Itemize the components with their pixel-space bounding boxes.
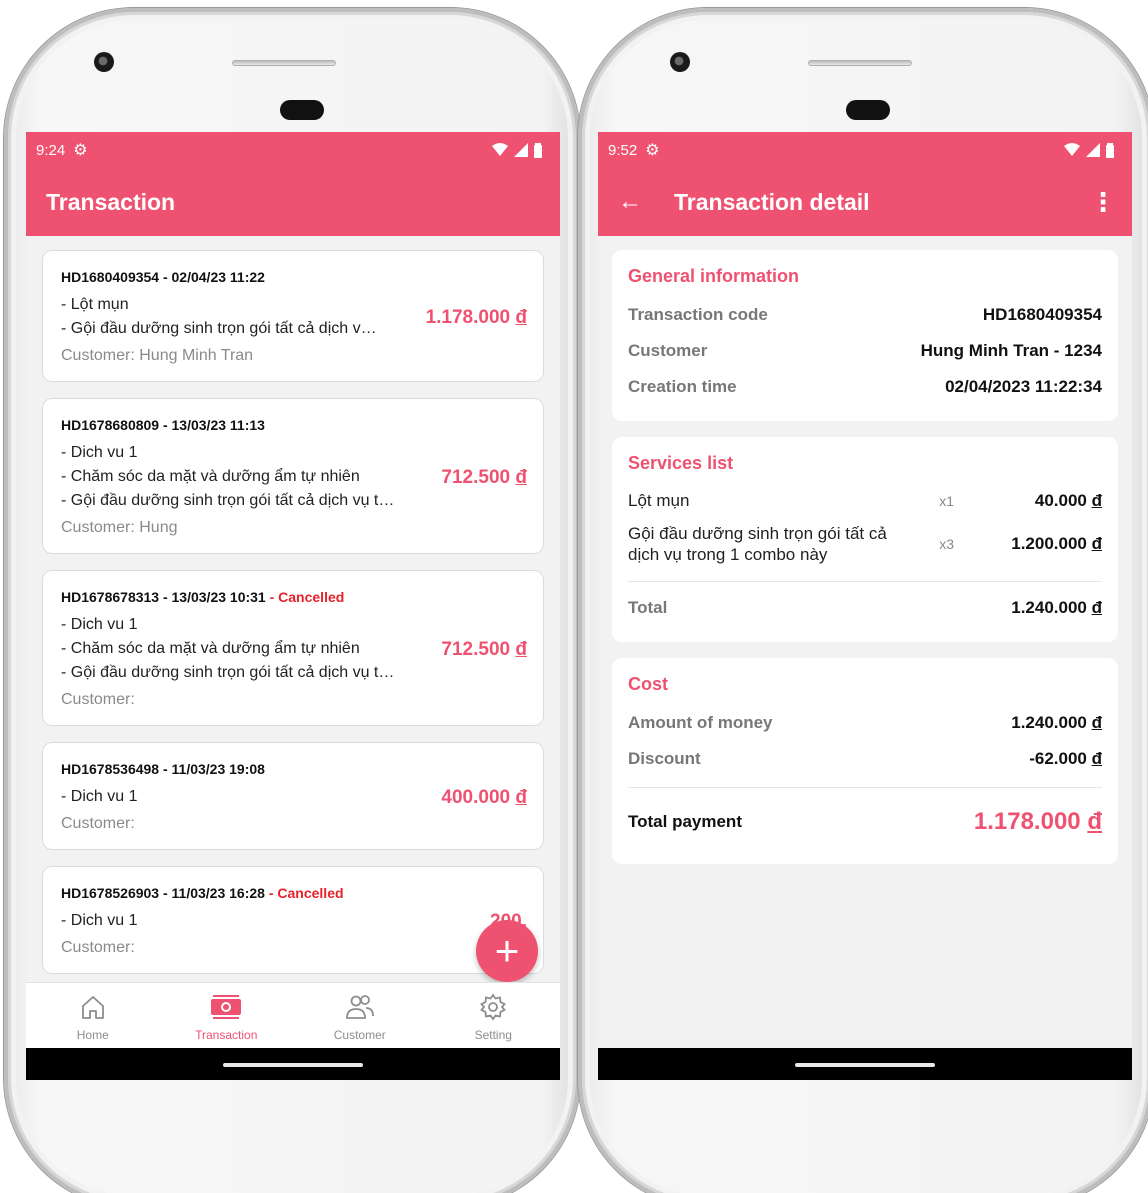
service-line: - Gội đầu dưỡng sinh trọn gói tất cả dịc… xyxy=(61,492,395,509)
general-information-card: General information Transaction code HD1… xyxy=(612,250,1118,421)
nav-label: Home xyxy=(76,1027,109,1042)
nav-item-setting[interactable]: Setting xyxy=(427,983,561,1048)
transaction-card[interactable]: HD1680409354 - 02/04/23 11:22 - Lột mụn … xyxy=(42,250,544,382)
front-camera xyxy=(670,52,690,72)
services-list-card: Services list Lột mụn x1 40.000 đ Gội đầ… xyxy=(612,437,1118,642)
earpiece-speaker xyxy=(232,60,336,66)
proximity-sensor xyxy=(846,100,890,120)
service-line: - Dich vu 1 xyxy=(61,616,138,633)
people-icon xyxy=(345,990,375,1024)
more-vertical-icon[interactable]: ⋮ xyxy=(1090,189,1116,215)
gear-icon xyxy=(479,990,507,1024)
service-line: - Dich vu 1 xyxy=(61,444,138,461)
add-transaction-button[interactable]: + xyxy=(476,920,538,982)
signal-icon xyxy=(1086,143,1100,157)
phone-frame-right: 9:52 ⚙ ← Transaction detail ⋮ General in… xyxy=(578,8,1148,1193)
back-arrow-icon[interactable]: ← xyxy=(618,188,674,216)
page-title: Transaction xyxy=(46,188,176,215)
amount-of-money-row: Amount of money 1.240.000 đ xyxy=(628,713,1102,732)
plus-icon: + xyxy=(494,927,520,974)
total-payment-row: Total payment 1.178.000 đ xyxy=(628,808,1102,835)
nav-item-transaction[interactable]: Transaction xyxy=(160,983,294,1048)
settings-status-icon: ⚙ xyxy=(645,142,660,159)
app-bar: Transaction xyxy=(26,168,560,236)
service-line: - Chăm sóc da mặt và dưỡng ẩm tự nhiên xyxy=(61,468,360,485)
transaction-amount: 1.178.000 đ xyxy=(425,307,527,328)
service-line: - Chăm sóc da mặt và dưỡng ẩm tự nhiên xyxy=(61,640,360,657)
transaction-amount: 712.500 đ xyxy=(441,639,527,660)
status-bar: 9:24 ⚙ xyxy=(26,132,560,168)
nav-label: Transaction xyxy=(195,1027,258,1042)
settings-status-icon: ⚙ xyxy=(73,142,88,159)
transaction-amount: 400.000 đ xyxy=(441,787,527,808)
nav-item-home[interactable]: Home xyxy=(26,983,160,1048)
signal-icon xyxy=(514,143,528,157)
bottom-navigation: Home Transaction Customer Setting xyxy=(26,982,560,1048)
transaction-card[interactable]: HD1678536498 - 11/03/23 19:08 - Dich vu … xyxy=(42,742,544,850)
discount-row: Discount -62.000 đ xyxy=(628,749,1102,768)
home-indicator[interactable] xyxy=(795,1063,935,1067)
section-title: General information xyxy=(628,266,800,286)
customer-label: Customer: Hung Minh Tran xyxy=(61,347,254,364)
wifi-icon xyxy=(492,143,508,156)
service-line: - Dich vu 1 xyxy=(61,912,138,929)
status-time: 9:24 xyxy=(36,141,66,159)
service-line: - Lột mụn xyxy=(61,296,129,313)
transaction-list-screen: 9:24 ⚙ Transaction HD1680409354 - 02/04/… xyxy=(26,132,560,1080)
transaction-amount: 712.500 đ xyxy=(441,467,527,488)
transaction-header: HD1680409354 - 02/04/23 11:22 xyxy=(61,269,265,285)
phone-frame-left: 9:24 ⚙ Transaction HD1680409354 - 02/04/… xyxy=(4,8,580,1193)
front-camera xyxy=(94,52,114,72)
service-line: - Gội đầu dưỡng sinh trọn gói tất cả dịc… xyxy=(61,320,377,337)
home-indicator[interactable] xyxy=(223,1063,363,1067)
status-time: 9:52 xyxy=(608,141,638,159)
divider xyxy=(628,787,1102,788)
info-row-transaction-code: Transaction code HD1680409354 xyxy=(628,305,1102,324)
transaction-card[interactable]: HD1678526903 - 11/03/23 16:28 - Cancelle… xyxy=(42,866,544,974)
page-title: Transaction detail xyxy=(674,188,870,215)
cancelled-badge: - Cancelled xyxy=(265,589,345,605)
gesture-bar xyxy=(26,1048,560,1080)
nav-label: Customer xyxy=(333,1027,386,1042)
customer-label: Customer: xyxy=(61,691,135,708)
transaction-card[interactable]: HD1678678313 - 13/03/23 10:31 - Cancelle… xyxy=(42,570,544,726)
detail-content: General information Transaction code HD1… xyxy=(598,236,1132,864)
status-bar: 9:52 ⚙ xyxy=(598,132,1132,168)
service-item: Gội đầu dưỡng sinh trọn gói tất cả dịch … xyxy=(628,524,1102,564)
cost-card: Cost Amount of money 1.240.000 đ Discoun… xyxy=(612,658,1118,864)
app-bar: ← Transaction detail ⋮ xyxy=(598,168,1132,236)
transaction-card[interactable]: HD1678680809 - 13/03/23 11:13 - Dich vu … xyxy=(42,398,544,554)
home-icon xyxy=(79,990,107,1024)
proximity-sensor xyxy=(280,100,324,120)
info-row-creation-time: Creation time 02/04/2023 11:22:34 xyxy=(628,377,1102,396)
battery-icon xyxy=(1106,142,1114,158)
transaction-detail-screen: 9:52 ⚙ ← Transaction detail ⋮ General in… xyxy=(598,132,1132,1080)
customer-label: Customer: xyxy=(61,939,135,956)
transaction-header: HD1678526903 - 11/03/23 16:28 - Cancelle… xyxy=(61,885,344,901)
transaction-header: HD1678678313 - 13/03/23 10:31 - Cancelle… xyxy=(61,589,345,605)
services-total-row: Total 1.240.000 đ xyxy=(628,598,1102,617)
transaction-header: HD1678536498 - 11/03/23 19:08 xyxy=(61,761,265,777)
cancelled-badge: - Cancelled xyxy=(264,885,344,901)
divider xyxy=(628,581,1102,582)
section-title: Cost xyxy=(628,674,668,694)
earpiece-speaker xyxy=(808,60,912,66)
transaction-header: HD1678680809 - 13/03/23 11:13 xyxy=(61,417,265,433)
section-title: Services list xyxy=(628,453,734,473)
wifi-icon xyxy=(1064,143,1080,156)
transaction-list[interactable]: HD1680409354 - 02/04/23 11:22 - Lột mụn … xyxy=(26,236,560,982)
customer-label: Customer: xyxy=(61,815,135,832)
nav-item-customer[interactable]: Customer xyxy=(293,983,427,1048)
service-line: - Gội đầu dưỡng sinh trọn gói tất cả dịc… xyxy=(61,664,395,681)
info-row-customer: Customer Hung Minh Tran - 1234 xyxy=(628,341,1102,360)
customer-label: Customer: Hung xyxy=(61,519,178,536)
money-icon xyxy=(209,990,243,1024)
service-item: Lột mụn x1 40.000 đ xyxy=(628,490,1102,511)
service-line: - Dich vu 1 xyxy=(61,788,138,805)
gesture-bar xyxy=(598,1048,1132,1080)
nav-label: Setting xyxy=(474,1027,512,1042)
battery-icon xyxy=(534,142,542,158)
